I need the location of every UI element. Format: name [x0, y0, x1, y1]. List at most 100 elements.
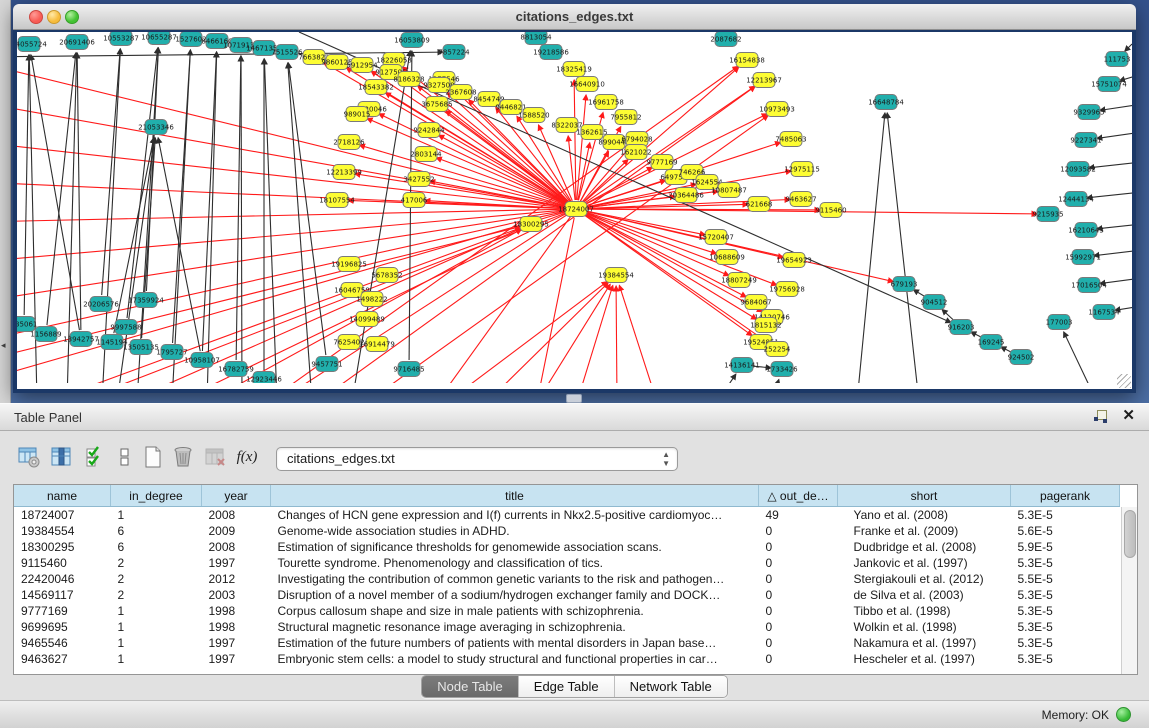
- table-settings-icon[interactable]: [16, 444, 42, 470]
- graph-node[interactable]: 8186328: [393, 72, 424, 87]
- float-panel-button[interactable]: [1094, 410, 1107, 423]
- graph-node[interactable]: 17359924: [128, 293, 164, 308]
- graph-node[interactable]: 15992971: [1065, 250, 1101, 265]
- graph-node[interactable]: 111753: [1104, 52, 1131, 67]
- graph-node[interactable]: 10553287: [103, 32, 139, 46]
- graph-node[interactable]: 9457751: [311, 357, 342, 372]
- graph-node[interactable]: 679193: [891, 277, 918, 292]
- graph-node[interactable]: 7485063: [775, 132, 806, 147]
- graph-node[interactable]: 177003: [1046, 315, 1073, 330]
- graph-node[interactable]: 10973493: [759, 102, 795, 117]
- graph-node[interactable]: 16782759: [218, 362, 254, 377]
- graph-node[interactable]: 916203: [948, 320, 975, 335]
- clear-selection-icon[interactable]: [112, 444, 138, 470]
- graph-node[interactable]: 252254: [764, 342, 791, 357]
- graph-node[interactable]: 10655287: [141, 32, 177, 45]
- graph-node[interactable]: 435061: [17, 317, 37, 332]
- graph-node[interactable]: 621668: [746, 197, 773, 212]
- graph-node[interactable]: 1795727: [156, 345, 187, 360]
- graph-node[interactable]: 9463627: [785, 192, 816, 207]
- graph-node[interactable]: 2367608: [445, 85, 476, 100]
- tab-node-table[interactable]: Node Table: [422, 676, 519, 697]
- graph-node[interactable]: 1733426: [766, 362, 798, 377]
- table-row[interactable]: 946554611997Estimation of the future num…: [14, 635, 1120, 651]
- table-row[interactable]: 1938455462009Genome-wide association stu…: [14, 523, 1120, 539]
- graph-node[interactable]: 9227341: [1070, 133, 1101, 148]
- graph-node[interactable]: 12213399: [326, 165, 362, 180]
- graph-node[interactable]: 5912954: [346, 58, 378, 73]
- graph-node[interactable]: 18107554: [319, 193, 355, 208]
- column-header-name[interactable]: name: [14, 485, 111, 507]
- table-row[interactable]: 977716911998Corpus callosum shape and si…: [14, 603, 1120, 619]
- table-row[interactable]: 969969511998Structural magnetic resonanc…: [14, 619, 1120, 635]
- graph-node[interactable]: 8813054: [520, 32, 552, 45]
- memory-status-indicator[interactable]: [1116, 707, 1131, 722]
- graph-node[interactable]: 169245: [978, 335, 1005, 350]
- table-row[interactable]: 1456911722003Disruption of a novel membe…: [14, 587, 1120, 603]
- column-header-pagerank[interactable]: pagerank: [1011, 485, 1120, 507]
- table-row[interactable]: 946362711997Embryonic stem cells: a mode…: [14, 651, 1120, 667]
- graph-node[interactable]: 1621022: [620, 145, 651, 160]
- delete-trash-icon[interactable]: [170, 444, 196, 470]
- column-header-year[interactable]: year: [202, 485, 271, 507]
- graph-node[interactable]: 9242844: [413, 123, 445, 138]
- graph-node[interactable]: 19218586: [533, 45, 569, 60]
- column-header-title[interactable]: title: [271, 485, 759, 507]
- graph-node[interactable]: 10958107: [184, 353, 220, 368]
- window-titlebar[interactable]: citations_edges.txt: [13, 4, 1136, 30]
- graph-node[interactable]: 2718126: [333, 135, 365, 150]
- table-row[interactable]: 1872400712008Changes of HCN gene express…: [14, 507, 1120, 524]
- network-canvas[interactable]: 2405572420691406105532871065528715276028…: [17, 32, 1132, 383]
- graph-node[interactable]: 19384554: [598, 268, 634, 283]
- graph-node[interactable]: 16648784: [868, 95, 904, 110]
- graph-node[interactable]: 9115460: [815, 203, 846, 218]
- graph-node[interactable]: 1156889: [30, 327, 61, 342]
- close-panel-button[interactable]: ✕: [1122, 407, 1135, 425]
- graph-node[interactable]: 9997588: [110, 320, 141, 335]
- network-table-selector[interactable]: citations_edges.txt ▲▼: [276, 447, 678, 471]
- graph-node[interactable]: 417006: [401, 193, 428, 208]
- graph-node[interactable]: 16154838: [729, 53, 765, 68]
- graph-node[interactable]: 20206576: [83, 297, 119, 312]
- graph-node[interactable]: 5678352: [371, 268, 402, 283]
- graph-node[interactable]: 12093582: [1060, 162, 1096, 177]
- tab-network-table[interactable]: Network Table: [615, 676, 727, 697]
- graph-node[interactable]: 9215935: [1032, 207, 1063, 222]
- table-scrollbar-thumb[interactable]: [1124, 510, 1136, 558]
- graph-node[interactable]: 15751074: [1091, 77, 1127, 92]
- select-all-check-icon[interactable]: [82, 444, 108, 470]
- graph-node[interactable]: 3427552: [403, 172, 434, 187]
- graph-node[interactable]: 7857224: [438, 45, 470, 60]
- select-columns-icon[interactable]: [48, 444, 74, 470]
- graph-node[interactable]: 1588520: [518, 108, 549, 123]
- column-header-out_de[interactable]: △ out_de…: [759, 485, 838, 507]
- table-scrollbar[interactable]: [1121, 507, 1137, 674]
- graph-node[interactable]: 18325419: [556, 62, 592, 77]
- graph-node[interactable]: 1498222: [356, 292, 387, 307]
- graph-node[interactable]: 12213967: [746, 73, 782, 88]
- column-header-in_degree[interactable]: in_degree: [111, 485, 202, 507]
- graph-node[interactable]: 9684067: [740, 295, 771, 310]
- new-file-icon[interactable]: [140, 444, 166, 470]
- graph-node[interactable]: 10688609: [709, 250, 745, 265]
- graph-node[interactable]: 19654923: [776, 253, 812, 268]
- graph-node[interactable]: 7955812: [610, 110, 641, 125]
- graph-node[interactable]: 12444134: [1058, 192, 1094, 207]
- window-resize-grip[interactable]: [1117, 374, 1131, 388]
- graph-node[interactable]: 2087682: [710, 32, 741, 47]
- graph-node[interactable]: 20691406: [59, 35, 95, 50]
- graph-node[interactable]: 9777169: [646, 155, 677, 170]
- graph-node[interactable]: 17016504: [1071, 278, 1107, 293]
- function-builder-icon[interactable]: f(x): [234, 444, 260, 470]
- graph-node[interactable]: 14099489: [349, 312, 385, 327]
- graph-node[interactable]: 14136141: [724, 358, 760, 373]
- graph-node[interactable]: 9716485: [393, 362, 424, 377]
- graph-node[interactable]: 989015: [344, 107, 371, 122]
- graph-node[interactable]: 12975115: [784, 162, 820, 177]
- graph-node[interactable]: 13505135: [123, 340, 159, 355]
- graph-node[interactable]: 3675685: [421, 97, 452, 112]
- table-row[interactable]: 2242004622012Investigating the contribut…: [14, 571, 1120, 587]
- column-header-short[interactable]: short: [838, 485, 1011, 507]
- tab-edge-table[interactable]: Edge Table: [519, 676, 615, 697]
- graph-node[interactable]: 924502: [1008, 350, 1035, 365]
